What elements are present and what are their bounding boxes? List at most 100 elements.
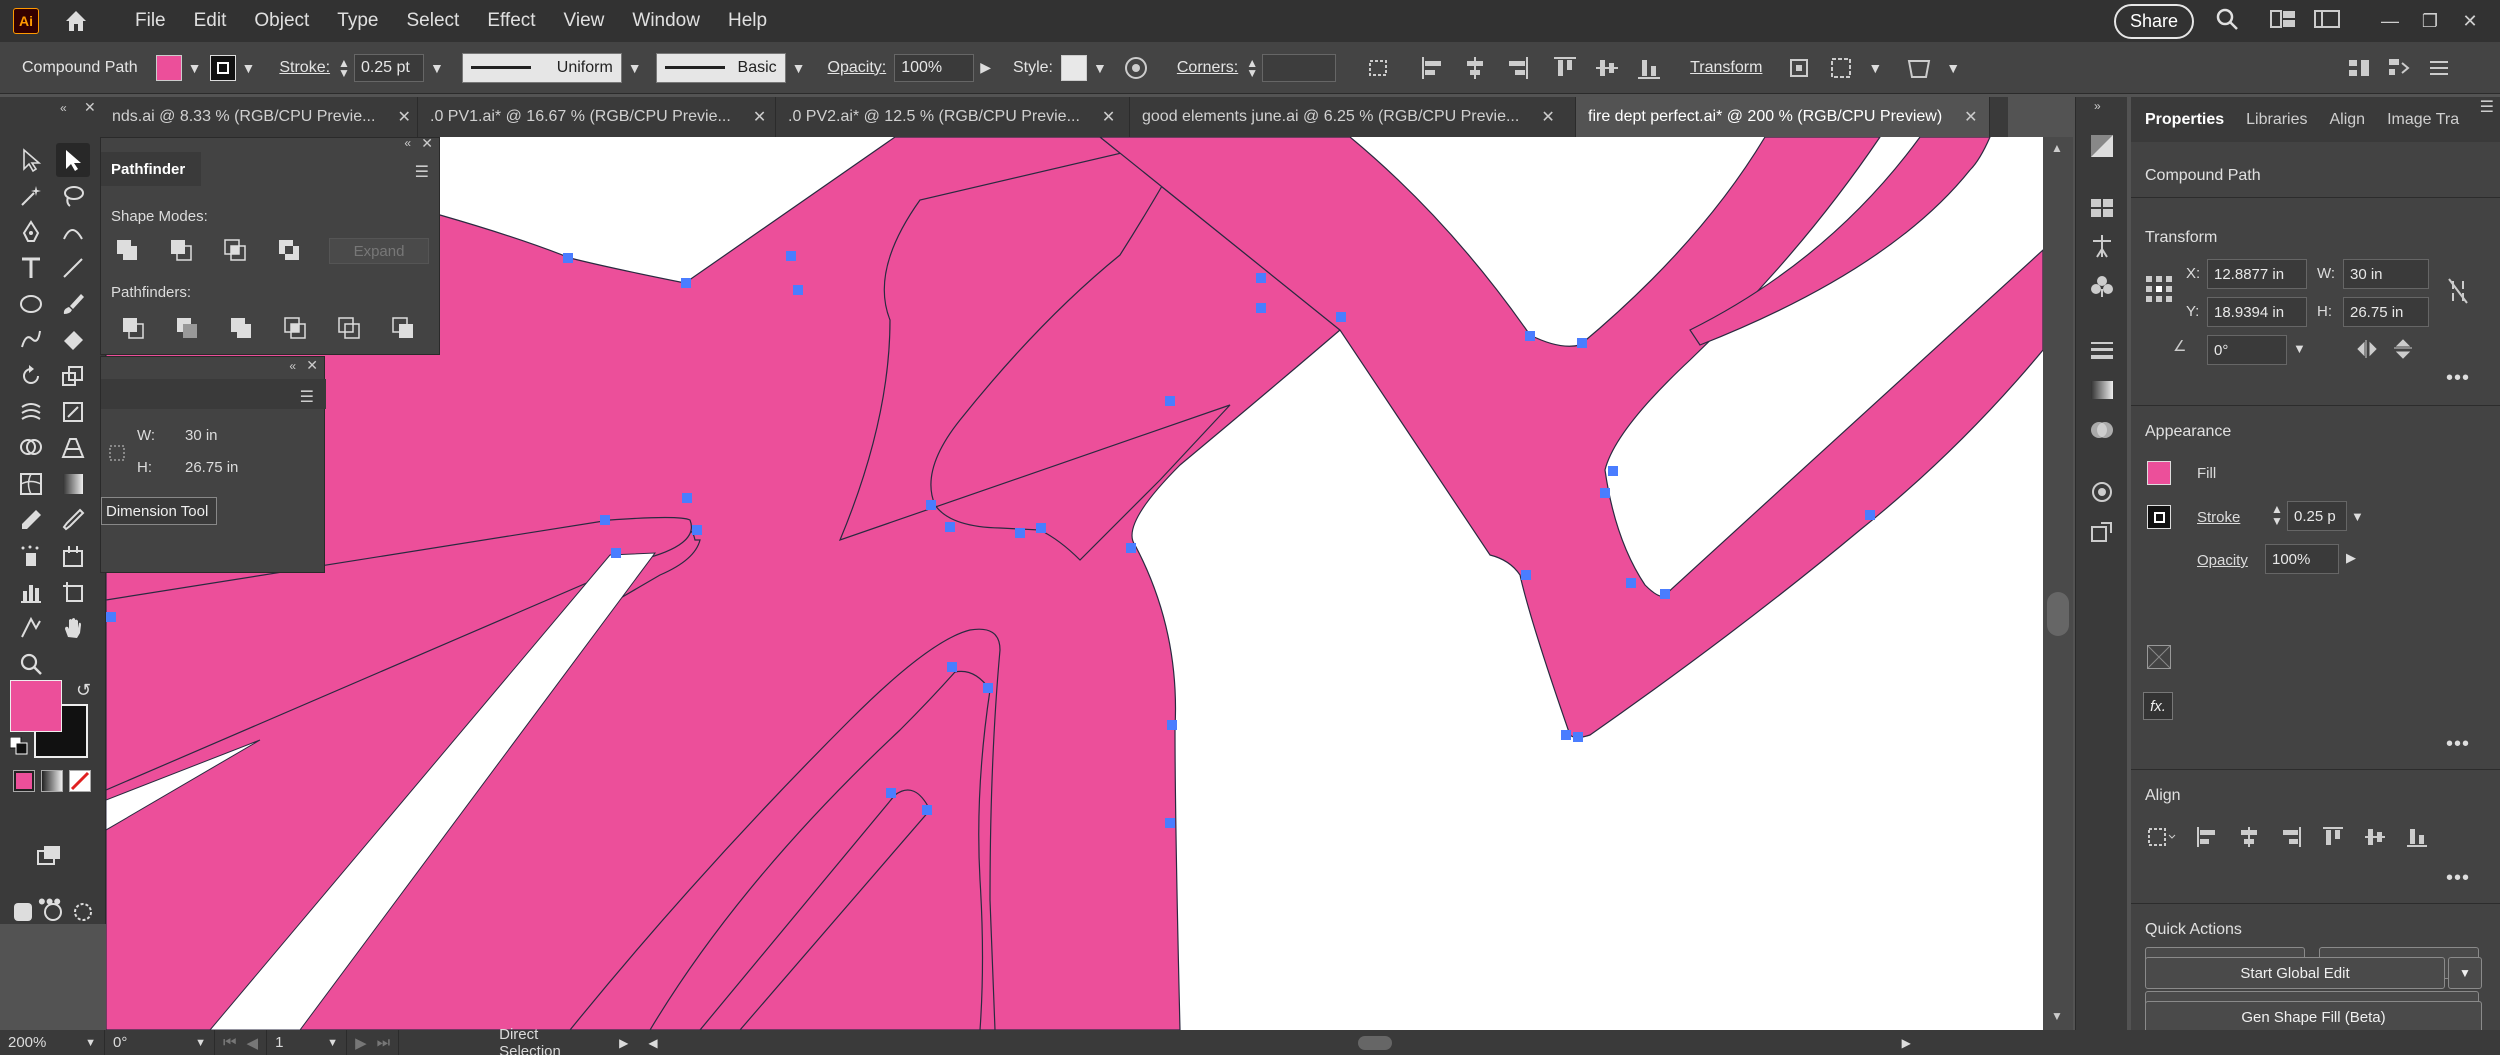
gradient-tool-icon[interactable] <box>56 467 90 501</box>
next-artboard-icon[interactable]: ▶ <box>355 1034 367 1052</box>
minimize-icon[interactable]: — <box>2370 11 2410 32</box>
eraser-icon[interactable] <box>56 323 90 357</box>
isolate-icon[interactable] <box>1786 55 1812 81</box>
opacity-label[interactable]: Opacity: <box>828 59 887 77</box>
gradient-panel-icon[interactable] <box>2089 377 2115 403</box>
menu-view[interactable]: View <box>550 10 619 32</box>
stroke-weight-input[interactable]: 0.25 p <box>2287 501 2347 531</box>
search-icon[interactable] <box>2214 6 2240 37</box>
vertical-scrollbar[interactable]: ▲ ▼ <box>2043 137 2073 1030</box>
scroll-left-icon[interactable]: ◀ <box>648 1036 657 1050</box>
dimension-w-value[interactable]: 30 in <box>185 427 218 444</box>
stroke-label[interactable]: Stroke <box>2197 509 2240 526</box>
reference-point-icon[interactable] <box>2145 275 2173 308</box>
corners-input[interactable] <box>1262 53 1337 82</box>
stepper-icon[interactable]: ▲ ▼ <box>1246 57 1258 79</box>
properties-icon[interactable] <box>2089 133 2115 159</box>
chevron-down-icon[interactable]: ▼ <box>2293 341 2306 356</box>
tab-document-3[interactable]: .0 PV2.ai* @ 12.5 % (RGB/CPU Previe... ✕ <box>776 97 1130 137</box>
divide-icon[interactable] <box>121 316 145 340</box>
more-options-icon[interactable]: ••• <box>2446 867 2470 890</box>
collapse-icon[interactable]: « <box>289 359 296 373</box>
slice-tool-icon[interactable] <box>56 539 90 573</box>
menu-file[interactable]: File <box>121 10 180 32</box>
measure-tool-icon[interactable] <box>14 611 48 645</box>
transform-link[interactable]: Transform <box>1690 59 1762 77</box>
selection-tool-icon[interactable] <box>14 143 48 177</box>
puppet-icon[interactable] <box>2089 233 2115 259</box>
expand-button[interactable]: Expand <box>329 238 429 264</box>
transparency-icon[interactable] <box>2089 417 2115 443</box>
mesh-tool-icon[interactable] <box>14 467 48 501</box>
symbol-sprayer-icon[interactable] <box>14 539 48 573</box>
none-mode-icon[interactable] <box>69 770 91 792</box>
stepper-icon[interactable]: ▲ ▼ <box>2271 503 2283 527</box>
crop-icon[interactable] <box>283 316 307 340</box>
gen-shape-fill-button[interactable]: Gen Shape Fill (Beta) <box>2145 1001 2482 1033</box>
column-graph-icon[interactable] <box>14 575 48 609</box>
scroll-thumb[interactable] <box>2047 592 2069 636</box>
panel-menu-icon[interactable] <box>2426 55 2452 81</box>
y-input[interactable]: 18.9394 in <box>2207 297 2307 327</box>
panel-menu-icon[interactable]: ☰ <box>300 387 314 407</box>
tab-properties[interactable]: Properties <box>2145 111 2224 129</box>
first-artboard-icon[interactable]: ⏮ <box>223 1034 237 1051</box>
stepper-icon[interactable]: ▲ ▼ <box>338 57 350 79</box>
line-tool-icon[interactable] <box>56 251 90 285</box>
align-bottom-icon[interactable] <box>1636 55 1662 81</box>
appearance-icon[interactable] <box>2089 479 2115 505</box>
trim-icon[interactable] <box>175 316 199 340</box>
symbols-icon[interactable] <box>2089 273 2115 299</box>
collapse-icon[interactable]: « <box>404 136 411 150</box>
close-icon[interactable]: ✕ <box>1964 107 1977 127</box>
menu-help[interactable]: Help <box>714 10 781 32</box>
status-menu-icon[interactable]: ▶ <box>619 1036 628 1050</box>
flip-horizontal-icon[interactable] <box>2355 337 2379 366</box>
menu-object[interactable]: Object <box>240 10 323 32</box>
chevron-down-icon[interactable]: ▼ <box>188 60 202 76</box>
align-top-icon[interactable] <box>1552 55 1578 81</box>
unite-icon[interactable] <box>115 238 139 262</box>
menu-edit[interactable]: Edit <box>180 10 241 32</box>
opacity-label[interactable]: Opacity <box>2197 552 2248 569</box>
lasso-icon[interactable] <box>56 179 90 213</box>
pen-tool-icon[interactable] <box>14 215 48 249</box>
tab-align[interactable]: Align <box>2330 111 2366 129</box>
magic-wand-icon[interactable] <box>14 179 48 213</box>
chevron-down-icon[interactable]: ▼ <box>1946 60 1960 76</box>
curvature-tool-icon[interactable] <box>56 215 90 249</box>
tab-document-1[interactable]: nds.ai @ 8.33 % (RGB/CPU Previe... ✕ <box>100 97 418 137</box>
chevron-down-icon[interactable]: ▼ <box>1868 60 1882 76</box>
intersect-icon[interactable] <box>223 238 247 262</box>
brush-definition[interactable]: Basic <box>655 52 786 83</box>
chevron-down-icon[interactable]: ▼ <box>628 60 642 76</box>
stroke-panel-icon[interactable] <box>2089 337 2115 363</box>
align-hcenter-icon[interactable] <box>1462 55 1488 81</box>
shape-builder-icon[interactable] <box>14 431 48 465</box>
align-top-icon[interactable] <box>2321 825 2345 854</box>
scale-tool-icon[interactable] <box>56 359 90 393</box>
align-left-icon[interactable] <box>2195 825 2219 854</box>
merge-icon[interactable] <box>229 316 253 340</box>
expand-panels-icon[interactable]: » <box>2094 99 2101 113</box>
close-icon[interactable]: ✕ <box>753 107 766 127</box>
libraries-icon[interactable] <box>2089 195 2115 221</box>
close-icon[interactable]: ✕ <box>397 107 410 127</box>
arrange-documents-icon[interactable] <box>2270 9 2296 34</box>
tab-image-trace[interactable]: Image Tra <box>2387 111 2459 129</box>
ellipse-tool-icon[interactable] <box>14 287 48 321</box>
corners-label[interactable]: Corners: <box>1177 59 1238 77</box>
share-button[interactable]: Share <box>2113 3 2194 39</box>
artboard-tool-icon[interactable] <box>56 575 90 609</box>
angle-input[interactable]: 0° <box>2207 335 2287 365</box>
zoom-select[interactable]: 200% ▼ <box>0 1030 105 1055</box>
chevron-down-icon[interactable]: ▼ <box>792 60 806 76</box>
tab-document-active[interactable]: fire dept perfect.ai* @ 200 % (RGB/CPU P… <box>1576 97 1990 137</box>
blend-tool-icon[interactable] <box>56 503 90 537</box>
tab-libraries[interactable]: Libraries <box>2246 111 2307 129</box>
rotation-select[interactable]: 0° ▼ <box>105 1030 215 1055</box>
tab-document-2[interactable]: .0 PV1.ai* @ 16.67 % (RGB/CPU Previe... ✕ <box>418 97 776 137</box>
shaper-tool-icon[interactable] <box>14 323 48 357</box>
more-tools-icon[interactable]: ••• <box>38 889 61 915</box>
width-input[interactable]: 30 in <box>2343 259 2429 289</box>
